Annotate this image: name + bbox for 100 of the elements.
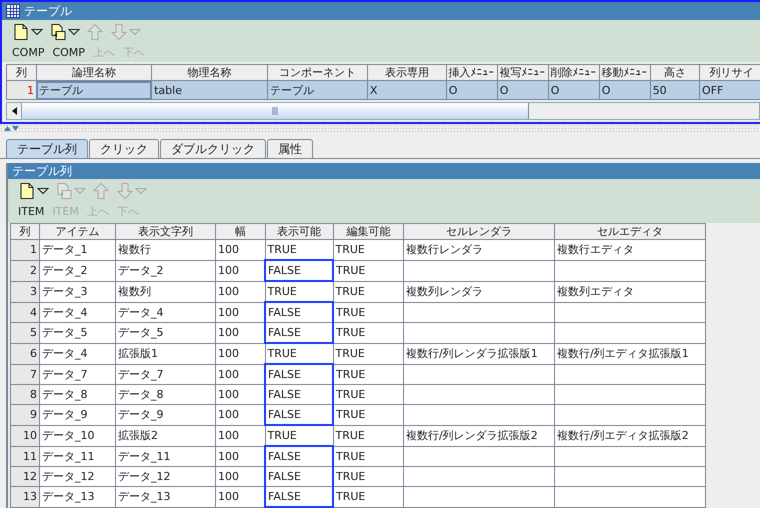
window-title: テーブル [24,2,72,20]
column-header[interactable]: 表示文字列 [116,224,216,240]
column-header[interactable]: 複写ﾒﾆｭｰ [497,64,548,80]
table-cell: TRUE [333,404,404,425]
column-header[interactable]: セルレンダラ [404,224,554,240]
table-cell: TRUE [333,240,404,260]
row-number: 4 [10,302,40,322]
tab[interactable]: ダブルクリック [160,139,266,158]
row-number: 11 [10,446,40,466]
column-header[interactable]: 削除ﾒﾆｭｰ [548,64,600,80]
table-cell: 100 [216,343,265,364]
table-cell: X [367,80,446,100]
table-cell: データ_10 [40,425,116,446]
outlined-cell: FALSE [265,384,333,404]
caret-icon[interactable] [37,187,49,195]
outlined-cell: FALSE [265,404,333,425]
table-cell: 100 [216,466,265,486]
table-cell: O [497,80,548,100]
toolbar-label[interactable]: COMP [12,46,44,58]
table-cell: TRUE [333,486,404,507]
row-number: 6 [10,343,40,364]
row-number: 1 [10,240,40,260]
tab[interactable]: 属性 [267,139,313,158]
table-cell: テーブル [36,80,152,100]
table-cell: データ_2 [40,260,116,281]
column-header[interactable]: 列 [10,224,40,240]
table-cell: 100 [216,364,265,384]
table-cell: table [152,80,268,100]
table-cell: 複数行 [116,240,216,260]
row-number: 12 [10,466,40,486]
table-cell: データ_13 [116,486,216,507]
column-header[interactable]: セルエディタ [554,224,706,240]
table-cell: データ_13 [40,486,116,507]
table-cell: 100 [216,302,265,322]
document-icon[interactable] [12,23,30,41]
table-cell: 拡張版2 [116,425,216,446]
tab[interactable]: クリック [89,139,159,158]
table-cell: データ_5 [116,322,216,343]
row-number: 2 [10,260,40,281]
outlined-cell: FALSE [265,322,333,343]
table-cell: 複数列 [116,281,216,302]
table-cell: 50 [650,80,700,100]
toolbar-label[interactable]: ITEM [18,204,44,218]
copy-icon[interactable] [49,23,67,41]
column-header[interactable]: 高さ [650,64,700,80]
row-number: 8 [10,384,40,404]
table-cell: データ_12 [40,466,116,486]
document-icon[interactable] [18,182,36,200]
table-cell: 複数行レンダラ [404,240,554,260]
table-cell: 拡張版1 [116,343,216,364]
table-cell: 複数行/列レンダラ拡張版2 [404,425,554,446]
table-cell: データ_12 [116,466,216,486]
table-cell: 100 [216,486,265,507]
table-cell: TRUE [333,384,404,404]
table-cell: 100 [216,384,265,404]
column-header[interactable]: コンポーネント [268,64,368,80]
column-header[interactable]: 物理名称 [152,64,268,80]
table-cell: データ_11 [40,446,116,466]
grid-icon [6,4,20,18]
caret-icon[interactable] [68,28,80,36]
table-cell: 100 [216,446,265,466]
caret-icon[interactable] [31,28,43,36]
table-cell: データ_2 [116,260,216,281]
table-cell: TRUE [333,446,404,466]
table-cell: O [548,80,600,100]
horizontal-scrollbar[interactable] [6,102,760,120]
table-cell: 100 [216,260,265,281]
table-cell: 100 [216,281,265,302]
table-cell: データ_9 [40,404,116,425]
column-header[interactable]: 移動ﾒﾆｭｰ [599,64,650,80]
row-number: 13 [10,486,40,507]
table-cell: TRUE [333,302,404,322]
scrollbar-thumb[interactable] [22,103,529,119]
toolbar-label[interactable]: COMP [52,46,85,58]
table-cell: 100 [216,425,265,446]
table-cell: 複数列エディタ [554,281,706,302]
column-header[interactable]: 論理名称 [36,64,152,80]
table-cell: TRUE [333,281,404,302]
column-header[interactable]: 表示可能 [265,224,333,240]
column-header[interactable]: 列リサイ [700,64,760,80]
table-cell: TRUE [333,466,404,486]
table-cell: 複数行/列エディタ拡張版1 [554,343,706,364]
column-header[interactable]: 編集可能 [333,224,404,240]
table-cell: データ_4 [40,302,116,322]
table-cell: データ_11 [116,446,216,466]
column-header[interactable]: アイテム [40,224,116,240]
outlined-cell: FALSE [265,302,333,322]
column-header[interactable]: 表示専用 [367,64,446,80]
column-header[interactable]: 挿入ﾒﾆｭｰ [446,64,498,80]
table-cell: O [446,80,498,100]
table-cell: データ_4 [116,302,216,322]
table-cell: TRUE [333,322,404,343]
panel-title: テーブル列 [12,162,72,180]
row-number: 7 [10,364,40,384]
scroll-left-icon[interactable] [12,107,16,115]
column-header[interactable]: 幅 [216,224,265,240]
column-header[interactable]: 列 [6,64,36,80]
row-number: 9 [10,404,40,425]
table-cell: OFF [700,80,760,100]
tab[interactable]: テーブル列 [6,139,88,158]
